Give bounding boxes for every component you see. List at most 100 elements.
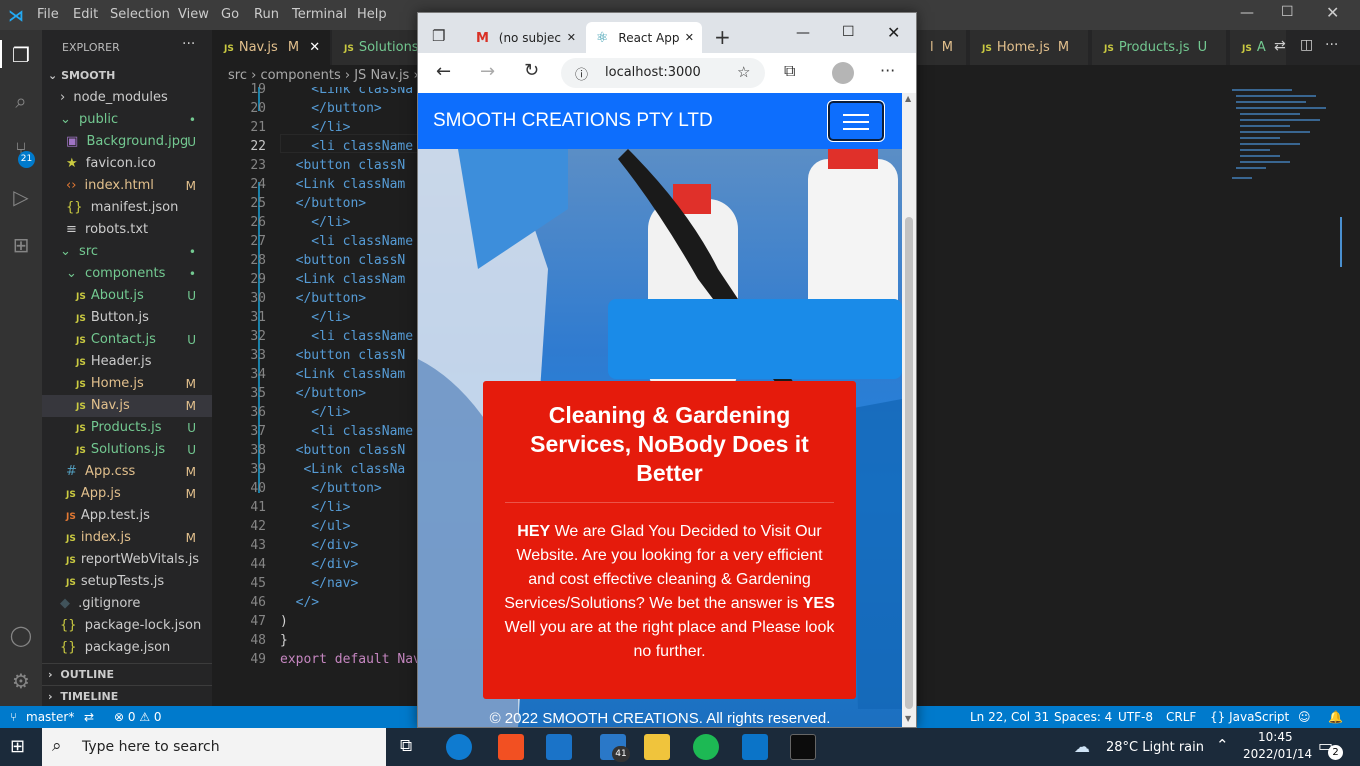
- timeline-section[interactable]: › TIMELINE: [42, 685, 212, 707]
- browser-tab-gmail[interactable]: M (no subjec ✕: [470, 22, 582, 54]
- more-actions-icon[interactable]: ···: [182, 36, 195, 52]
- task-view-icon[interactable]: ⧉: [400, 736, 412, 756]
- tree-item[interactable]: # App.css M: [42, 461, 212, 483]
- tree-item[interactable]: JS reportWebVitals.js: [42, 549, 212, 571]
- close-tab-icon[interactable]: ✕: [685, 22, 694, 54]
- tree-item[interactable]: JS Contact.js U: [42, 329, 212, 351]
- minimize-icon[interactable]: —: [796, 25, 810, 41]
- code-line[interactable]: </button>: [280, 291, 366, 306]
- tree-item[interactable]: JS Header.js: [42, 351, 212, 373]
- mail-icon[interactable]: [546, 734, 572, 760]
- refresh-icon[interactable]: ↻: [524, 60, 539, 81]
- tree-item[interactable]: {} package.json: [42, 637, 212, 659]
- code-line[interactable]: <Link classNa: [280, 87, 413, 97]
- code-line[interactable]: <button classN: [280, 348, 406, 363]
- tab-solutions[interactable]: JS Solutions: [332, 30, 419, 65]
- split-editor-icon[interactable]: ◫: [1300, 37, 1313, 53]
- tree-item[interactable]: ≡ robots.txt: [42, 219, 212, 241]
- menu-go[interactable]: Go: [221, 7, 239, 22]
- code-line[interactable]: </div>: [280, 557, 358, 572]
- menu-selection[interactable]: Selection: [110, 7, 170, 22]
- code-line[interactable]: export default Nav: [280, 652, 420, 667]
- code-line[interactable]: </div>: [280, 538, 358, 553]
- more-actions-icon[interactable]: ···: [1325, 37, 1338, 53]
- chevron-up-icon[interactable]: ⌃: [1216, 736, 1229, 754]
- code-line[interactable]: </button>: [280, 481, 381, 496]
- close-tab-icon[interactable]: ✕: [309, 40, 320, 55]
- minimap[interactable]: [1222, 87, 1342, 706]
- url-text[interactable]: localhost:3000: [605, 65, 701, 80]
- code-line[interactable]: <li className: [280, 234, 413, 249]
- code-line[interactable]: <Link classNam: [280, 177, 406, 192]
- tree-item[interactable]: JS Solutions.js U: [42, 439, 212, 461]
- line-ending[interactable]: CRLF: [1166, 706, 1196, 728]
- tree-item[interactable]: ⌄ public •: [42, 109, 212, 131]
- scrollbar-thumb[interactable]: [905, 217, 913, 709]
- code-line[interactable]: </nav>: [280, 576, 358, 591]
- cursor-position[interactable]: Ln 22, Col 31: [970, 706, 1049, 728]
- tree-item[interactable]: JS App.test.js: [42, 505, 212, 527]
- weather-text[interactable]: 28°C Light rain: [1106, 740, 1204, 755]
- scroll-down-icon[interactable]: ▼: [905, 714, 911, 723]
- menu-edit[interactable]: Edit: [73, 7, 98, 22]
- tree-item[interactable]: JS index.js M: [42, 527, 212, 549]
- search-icon[interactable]: ⌕: [8, 88, 34, 114]
- tree-item[interactable]: ◆ .gitignore: [42, 593, 212, 615]
- root-folder[interactable]: ⌄ SMOOTH: [42, 65, 212, 87]
- language-mode[interactable]: {} JavaScript: [1210, 706, 1289, 728]
- tree-item[interactable]: JS setupTests.js: [42, 571, 212, 593]
- code-line[interactable]: <button classN: [280, 443, 406, 458]
- microsoft-store-icon[interactable]: [498, 734, 524, 760]
- extensions-icon[interactable]: ⧉: [784, 61, 795, 81]
- notifications-bell-icon[interactable]: 🔔: [1328, 706, 1343, 728]
- tree-item[interactable]: ⌄ components •: [42, 263, 212, 285]
- clock-time[interactable]: 10:45: [1258, 730, 1293, 744]
- encoding[interactable]: UTF-8: [1118, 706, 1153, 728]
- windows-start-icon[interactable]: ⊞: [10, 736, 25, 757]
- close-icon[interactable]: ✕: [1326, 3, 1339, 22]
- tab-actions-icon[interactable]: ❐: [432, 27, 445, 45]
- code-line[interactable]: <Link classNa: [280, 462, 405, 477]
- code-line[interactable]: <li className: [280, 424, 413, 439]
- minimize-icon[interactable]: —: [1240, 5, 1254, 21]
- close-tab-icon[interactable]: ✕: [567, 22, 576, 54]
- edge-browser-icon[interactable]: [446, 734, 472, 760]
- code-line[interactable]: </li>: [280, 500, 350, 515]
- profile-avatar[interactable]: [832, 62, 854, 84]
- more-menu-icon[interactable]: ···: [880, 61, 895, 80]
- maximize-icon[interactable]: ☐: [842, 24, 855, 40]
- page-scrollbar[interactable]: ▲ ▼: [902, 93, 916, 727]
- code-line[interactable]: }: [280, 633, 288, 648]
- code-line[interactable]: <Link classNam: [280, 367, 406, 382]
- tree-item[interactable]: JS Products.js U: [42, 417, 212, 439]
- code-line[interactable]: </li>: [280, 405, 350, 420]
- browser-tab-react-app[interactable]: ⚛ React App ✕: [586, 22, 702, 54]
- tab-home-js[interactable]: JS Home.js M: [970, 30, 1088, 65]
- code-editor[interactable]: <Link classNa </button> </li> <li classN…: [280, 87, 420, 706]
- menu-run[interactable]: Run: [254, 7, 279, 22]
- code-line[interactable]: </button>: [280, 196, 366, 211]
- menu-terminal[interactable]: Terminal: [292, 7, 347, 22]
- code-line[interactable]: </button>: [280, 386, 366, 401]
- extensions-icon[interactable]: ⊞: [8, 232, 34, 258]
- settings-gear-icon[interactable]: ⚙: [8, 668, 34, 694]
- tree-item[interactable]: JS Home.js M: [42, 373, 212, 395]
- tree-item[interactable]: JS About.js U: [42, 285, 212, 307]
- favorite-star-icon[interactable]: ☆: [737, 63, 750, 81]
- tree-item[interactable]: ‹› index.html M: [42, 175, 212, 197]
- address-bar[interactable]: ⓘ localhost:3000 ☆: [561, 58, 765, 88]
- explorer-icon[interactable]: ❐: [8, 42, 34, 68]
- maximize-icon[interactable]: ☐: [1281, 4, 1294, 20]
- vscode-icon[interactable]: [742, 734, 768, 760]
- tab-nav-js[interactable]: JS Nav.js M ✕: [212, 30, 330, 65]
- outline-section[interactable]: › OUTLINE: [42, 663, 212, 685]
- account-icon[interactable]: ◯: [8, 622, 34, 648]
- back-icon[interactable]: ←: [436, 61, 451, 82]
- tab-partial[interactable]: l M: [918, 30, 966, 65]
- menu-view[interactable]: View: [178, 7, 209, 22]
- code-line[interactable]: </li>: [280, 120, 350, 135]
- run-debug-icon[interactable]: ▷: [8, 184, 34, 210]
- brand-title[interactable]: SMOOTH CREATIONS PTY LTD: [433, 110, 713, 132]
- sync-icon[interactable]: ⇄: [84, 706, 94, 728]
- code-line[interactable]: <li className: [280, 329, 413, 344]
